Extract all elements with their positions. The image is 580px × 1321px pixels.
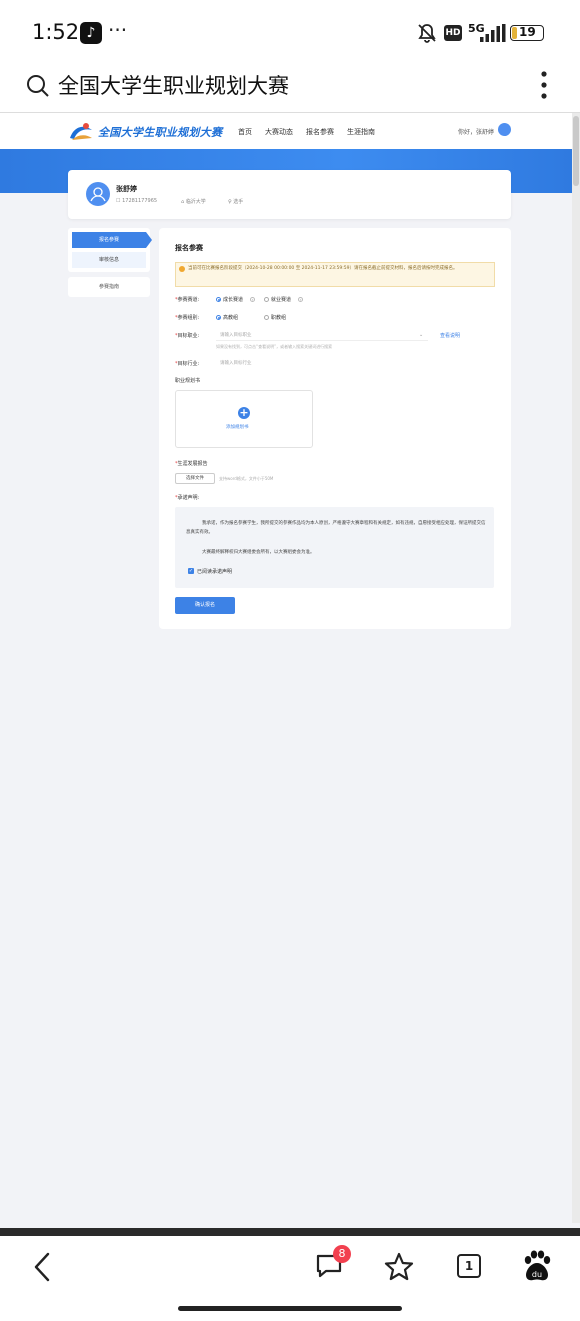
agree-label[interactable]: 已阅读承诺声明 <box>197 568 232 575</box>
more-menu-icon[interactable] <box>538 70 550 100</box>
battery-level: 19 <box>519 25 536 39</box>
search-icon[interactable] <box>26 74 50 98</box>
industry-label: *目标行业: <box>175 361 200 367</box>
status-time: 1:52 <box>32 20 80 44</box>
upload-dropzone[interactable] <box>175 390 313 448</box>
nav-career-guide[interactable]: 生涯指南 <box>347 127 375 137</box>
tabs-count-icon[interactable]: 1 <box>457 1254 481 1278</box>
group-option-vocational[interactable]: 职教组 <box>271 314 286 321</box>
back-icon[interactable] <box>30 1252 54 1282</box>
star-icon[interactable] <box>384 1252 414 1282</box>
group-option-higher[interactable]: 高教组 <box>223 314 238 321</box>
nav-home[interactable]: 首页 <box>238 127 252 137</box>
track-option-growth[interactable]: 成长赛道 <box>223 296 243 303</box>
nav-register[interactable]: 报名参赛 <box>306 127 334 137</box>
sidebar-item-register[interactable]: 报名参赛 <box>72 232 146 248</box>
statement-paragraph: 我承诺，作为报名参赛学生，我所提交的参赛作品均为本人原创，严格遵守大赛章程和有关… <box>186 521 486 535</box>
profile-role: 选手 <box>233 199 244 205</box>
hd-badge: HD <box>444 25 462 41</box>
school-icon: ⌂ <box>181 199 185 205</box>
home-indicator[interactable] <box>178 1306 402 1311</box>
address-text[interactable]: 全国大学生职业规划大赛 <box>58 70 289 100</box>
track-option-employment[interactable]: 就业赛道 <box>271 296 291 303</box>
signal-icon <box>480 24 506 42</box>
role-icon: ♀ <box>228 199 232 205</box>
profile-phone-row: ☐ 17281177965 <box>116 198 157 204</box>
nav-news[interactable]: 大赛动态 <box>265 127 293 137</box>
bell-muted-icon <box>418 24 436 43</box>
user-greeting[interactable]: 你好，张舒婷 <box>458 127 494 136</box>
industry-input[interactable]: 请输入目标行业 <box>220 360 252 366</box>
chevron-down-icon[interactable]: ⌄ <box>419 332 423 338</box>
profile-role-row: ♀ 选手 <box>228 198 243 205</box>
toolbar-separator <box>0 1228 580 1236</box>
notice-text: 当前可在比赛报名阶段提交（2024-10-28 00:00:00 至 2024-… <box>188 266 458 271</box>
submit-button[interactable]: 确认报名 <box>175 597 235 614</box>
help-icon[interactable]: ? <box>250 297 255 302</box>
job-placeholder[interactable]: 请输入目标职业 <box>220 332 252 338</box>
profile-phone: 17281177965 <box>122 198 158 204</box>
user-avatar[interactable] <box>498 123 511 136</box>
profile-school-row: ⌂ 临沂大学 <box>181 198 206 205</box>
group-radio-vocational[interactable] <box>264 315 269 320</box>
agree-checkbox[interactable]: ✓ <box>188 568 194 574</box>
profile-name: 张舒婷 <box>116 185 137 193</box>
report-label: *生涯发展报告 <box>175 461 208 467</box>
add-icon[interactable]: + <box>238 407 250 419</box>
warning-icon <box>179 266 185 272</box>
statement-paragraph: 大赛最终解释权归大赛组委会所有，以大赛组委会为准。 <box>202 550 315 555</box>
help-icon[interactable]: ? <box>298 297 303 302</box>
statement-label: *承诺声明: <box>175 495 200 501</box>
comment-count-badge: 8 <box>333 1245 351 1263</box>
upload-label[interactable]: 添加规划书 <box>226 424 249 430</box>
user-icon <box>90 187 106 202</box>
active-indicator <box>146 232 152 248</box>
profile-school: 临沂大学 <box>185 199 206 205</box>
job-label: *目标职业: <box>175 333 200 339</box>
battery-icon: 19 <box>510 25 544 41</box>
sidebar-item-guide[interactable]: 参赛指南 <box>68 277 150 297</box>
svg-text:du: du <box>532 1270 542 1279</box>
view-instructions-link[interactable]: 查看说明 <box>440 332 460 339</box>
sidebar-item-review[interactable]: 审核信息 <box>72 252 146 268</box>
track-radio-employment[interactable] <box>264 297 269 302</box>
group-radio-higher[interactable] <box>216 315 221 320</box>
upload-title: 职业规划书 <box>175 378 201 384</box>
select-file-button[interactable]: 选择文件 <box>175 473 215 484</box>
scrollbar-track[interactable] <box>572 113 580 1223</box>
form-title: 报名参赛 <box>175 244 203 252</box>
group-label: *参赛组别: <box>175 315 200 321</box>
baidu-paw-icon[interactable]: du <box>522 1250 552 1282</box>
track-label: *参赛赛道: <box>175 297 200 303</box>
profile-card <box>68 170 511 219</box>
site-logo-icon[interactable] <box>68 120 94 142</box>
file-hint: 支持word格式，文件小于50M <box>219 476 274 481</box>
job-hint: 如果没有找到，可点击“查看说明”，或者输入搜索关键词进行搜索 <box>216 344 333 349</box>
scrollbar-thumb[interactable] <box>573 116 579 186</box>
phone-icon: ☐ <box>116 198 121 204</box>
profile-avatar <box>86 182 110 206</box>
site-title[interactable]: 全国大学生职业规划大赛 <box>98 124 222 140</box>
more-notifications-icon: ··· <box>108 18 128 42</box>
track-radio-growth[interactable] <box>216 297 221 302</box>
tiktok-icon: ♪ <box>80 22 102 44</box>
